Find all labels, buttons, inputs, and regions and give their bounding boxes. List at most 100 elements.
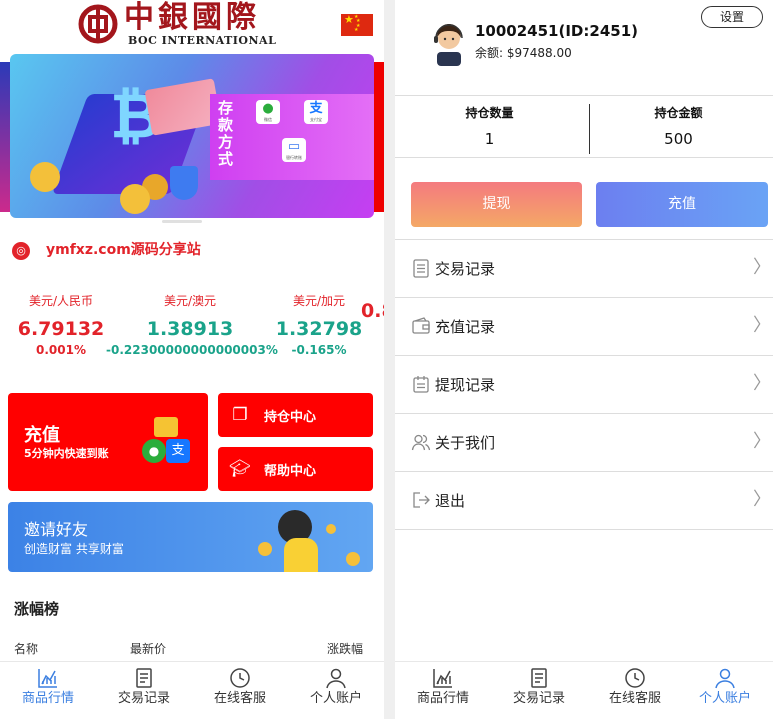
coin-icon — [258, 542, 272, 556]
tab-market[interactable]: 商品行情 — [395, 662, 491, 719]
banner-carousel[interactable]: ₿ 存款方式 ● 微信 支支付宝 ▭ 银行转账 — [0, 54, 384, 218]
withdraw-button[interactable]: 提现 — [411, 182, 582, 227]
tab-label: 在线客服 — [608, 691, 661, 706]
banner-slide[interactable]: ₿ 存款方式 ● 微信 支支付宝 ▭ 银行转账 — [10, 54, 374, 218]
rate-price: 1.38913 — [146, 318, 234, 340]
stat-value: 1 — [484, 130, 495, 148]
rate-change: -0.22300000000000003% — [106, 343, 278, 357]
alipay-icon: 支支付宝 — [304, 100, 328, 124]
menu-trade-records[interactable]: 交易记录 〉 — [395, 240, 773, 298]
shield-icon — [170, 166, 198, 200]
rate-pair: 美元/人民币 — [28, 294, 94, 308]
tab-label: 个人账户 — [698, 691, 751, 706]
chart-icon — [38, 669, 57, 688]
menu-withdraw-records[interactable]: 提现记录 〉 — [395, 356, 773, 414]
coin-icon — [346, 552, 360, 566]
recharge-subtitle: 5分钟内快速到账 — [24, 447, 109, 460]
graduation-cap-icon: 🎓︎ — [229, 459, 251, 479]
tab-account[interactable]: 个人账户 — [677, 662, 773, 719]
menu-label: 退出 — [435, 492, 466, 510]
clipboard-icon — [413, 259, 429, 278]
help-center-label: 帮助中心 — [264, 464, 317, 479]
user-icon — [715, 668, 735, 689]
positions-center-label: 持仓中心 — [264, 410, 317, 425]
stat-label: 持仓数量 — [465, 106, 514, 120]
tab-account[interactable]: 个人账户 — [288, 662, 384, 719]
logo-chinese-text: 中銀國際 — [124, 0, 260, 35]
invite-subtitle: 创造财富 共享财富 — [24, 542, 124, 556]
deposit-button[interactable]: 充值 — [596, 182, 768, 227]
rate-pair: 美元/加元 — [292, 294, 346, 308]
rate-price: 1.32798 — [275, 318, 363, 340]
wechat-pay-icon: ● 微信 — [256, 100, 280, 124]
user-icon — [326, 668, 346, 689]
stat-value: 500 — [664, 130, 693, 148]
china-flag-icon[interactable]: ★ ★ ★ ★ ★ — [341, 14, 373, 36]
gainers-table-header: 名称 最新价 涨跌幅 — [0, 640, 384, 658]
col-name: 名称 — [14, 642, 39, 656]
document-icon — [136, 668, 152, 688]
carousel-indicator — [162, 220, 202, 223]
tab-trade-records[interactable]: 交易记录 — [491, 662, 587, 719]
tab-label: 商品行情 — [21, 691, 74, 706]
people-icon — [411, 434, 431, 451]
tab-label: 在线客服 — [213, 691, 266, 706]
clock-icon — [625, 668, 645, 688]
menu-logout[interactable]: 退出 〉 — [395, 472, 773, 530]
invite-friends-banner[interactable]: 邀请好友 创造财富 共享财富 — [8, 502, 373, 572]
tab-market[interactable]: 商品行情 — [0, 662, 96, 719]
chart-icon — [433, 669, 452, 688]
tab-trade-records[interactable]: 交易记录 — [96, 662, 192, 719]
bank-transfer-icon: ▭ 银行转账 — [282, 138, 306, 162]
bank-transfer-label: 银行转账 — [286, 155, 302, 160]
notice-text: ymfxz.com源码分享站 — [46, 242, 201, 258]
settings-button[interactable]: 设置 — [701, 6, 763, 28]
tab-label: 商品行情 — [416, 691, 469, 706]
menu-label: 关于我们 — [435, 434, 496, 452]
rate-item-usd-aud[interactable]: 美元/澳元 1.38913 -0.22300000000000003% — [106, 292, 278, 358]
wallet-icon — [412, 317, 430, 334]
flag-star-icon: ★ — [354, 27, 359, 33]
rate-price: 0.8 — [361, 300, 384, 322]
positions-center-button[interactable]: ❐ 持仓中心 — [218, 393, 373, 437]
rate-item-usd-cad[interactable]: 美元/加元 1.32798 -0.165% — [274, 292, 364, 358]
stat-label: 持仓金额 — [654, 106, 703, 120]
chevron-right-icon: 〉 — [753, 431, 771, 452]
exchange-rates: 美元/人民币 6.79132 0.001% 美元/澳元 1.38913 -0.2… — [0, 292, 384, 364]
avatar[interactable] — [431, 18, 467, 66]
balance-line: 余额: $97488.00 — [475, 44, 572, 61]
coin-icon — [326, 524, 336, 534]
notice-globe-icon: ◎ — [12, 242, 30, 260]
gainers-title: 涨幅榜 — [14, 600, 60, 618]
wechat-pay-label: 微信 — [264, 117, 272, 122]
rate-change: 0.001% — [36, 343, 86, 357]
bottom-tab-bar: 商品行情 交易记录 在线客服 个人账户 — [0, 661, 384, 719]
boc-logo-icon — [78, 4, 118, 44]
wallet-actions: 提现 充值 — [395, 158, 773, 240]
flag-star-icon: ★ — [344, 13, 354, 26]
deposit-methods-title: 存款方式 — [218, 99, 234, 168]
rate-price: 6.79132 — [17, 318, 105, 340]
tab-label: 交易记录 — [117, 691, 170, 706]
menu-about-us[interactable]: 关于我们 〉 — [395, 414, 773, 472]
tab-online-service[interactable]: 在线客服 — [192, 662, 288, 719]
rate-item-partial[interactable]: 0.8 — [361, 292, 384, 324]
tab-label: 个人账户 — [309, 691, 362, 706]
girl-illustration-body — [284, 538, 318, 572]
calendar-icon — [413, 376, 429, 393]
help-center-button[interactable]: 🎓︎ 帮助中心 — [218, 447, 373, 491]
market-screen: 中銀國際 BOC INTERNATIONAL ★ ★ ★ ★ ★ ₿ 存款方式 … — [0, 0, 384, 719]
balance-value: $97488.00 — [506, 46, 572, 60]
profile-header: 10002451(ID:2451) 余额: $97488.00 设置 — [395, 0, 773, 96]
tab-online-service[interactable]: 在线客服 — [587, 662, 683, 719]
rate-item-usd-cny[interactable]: 美元/人民币 6.79132 0.001% — [14, 292, 108, 358]
logout-icon — [413, 492, 430, 508]
stat-position-count: 持仓数量 1 — [395, 104, 584, 150]
recharge-button[interactable]: 充值 5分钟内快速到账 ● 支 — [8, 393, 208, 491]
rate-pair: 美元/澳元 — [163, 294, 217, 308]
chevron-right-icon: 〉 — [753, 373, 771, 394]
menu-deposit-records[interactable]: 充值记录 〉 — [395, 298, 773, 356]
alipay-label: 支付宝 — [310, 117, 322, 122]
menu-label: 提现记录 — [435, 376, 496, 394]
col-latest-price: 最新价 — [130, 642, 167, 656]
